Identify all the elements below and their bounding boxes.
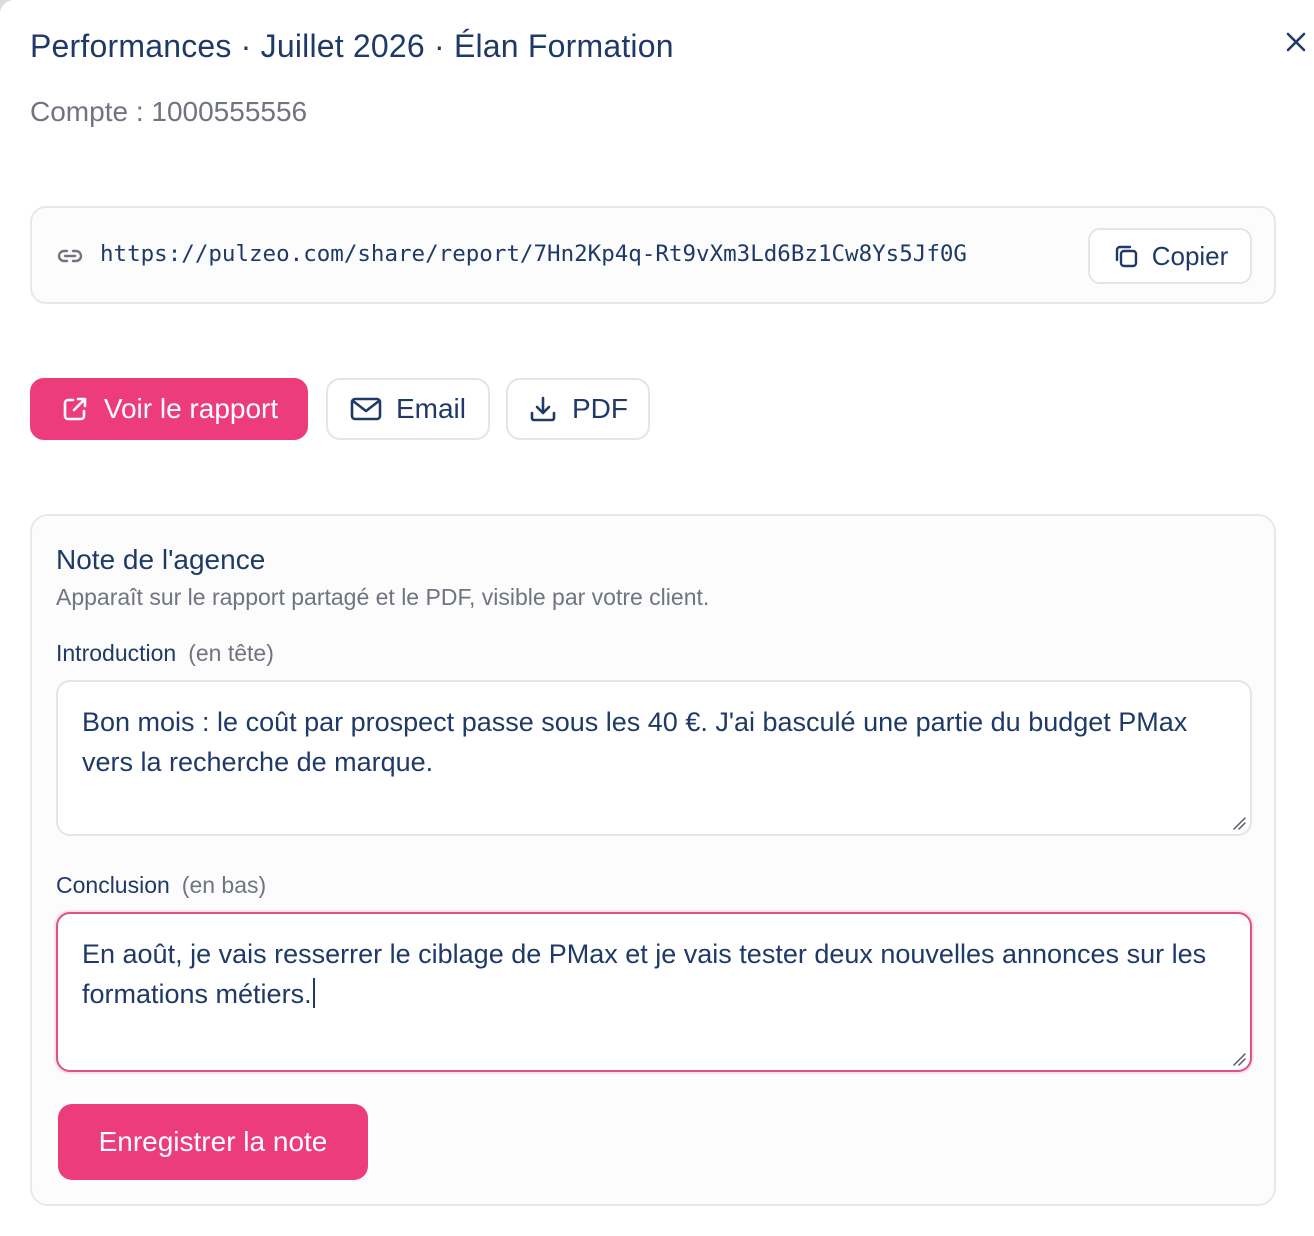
external-link-icon: [63, 397, 87, 421]
dialog-corner: [0, 0, 30, 30]
introduction-textarea[interactable]: Bon mois : le coût par prospect passe so…: [56, 680, 1252, 836]
share-report-dialog: Performances · Juillet 2026 · Élan Forma…: [0, 0, 1314, 1236]
copy-button[interactable]: Copier: [1088, 228, 1252, 284]
introduction-label-text: Introduction: [56, 640, 177, 666]
view-report-button[interactable]: Voir le rapport: [30, 378, 308, 440]
share-url[interactable]: https://pulzeo.com/share/report/7Hn2Kp4q…: [100, 241, 967, 267]
email-button[interactable]: Email: [326, 378, 490, 440]
note-title: Note de l'agence: [56, 544, 266, 575]
dialog-title: Performances · Juillet 2026 · Élan Forma…: [30, 28, 674, 64]
resize-grip-icon[interactable]: [1232, 1052, 1246, 1066]
text-cursor: [312, 978, 315, 1008]
view-report-label: Voir le rapport: [103, 393, 279, 424]
close-icon: [1286, 32, 1306, 52]
account-number: Compte : 1000555556: [30, 96, 308, 127]
agency-note-card: Note de l'agence Apparaît sur le rapport…: [30, 514, 1276, 1206]
email-label: Email: [395, 393, 466, 424]
copy-icon: [1115, 245, 1137, 268]
pdf-button[interactable]: PDF: [506, 378, 650, 440]
introduction-label: Introduction (en tête): [56, 640, 274, 667]
link-icon: [57, 249, 83, 263]
save-note-button[interactable]: Enregistrer la note: [58, 1104, 368, 1180]
share-link-box: https://pulzeo.com/share/report/7Hn2Kp4q…: [30, 206, 1276, 304]
introduction-text: Bon mois : le coût par prospect passe so…: [82, 707, 1188, 777]
resize-grip-icon[interactable]: [1232, 816, 1246, 830]
close-button[interactable]: [1280, 26, 1312, 58]
conclusion-text: En août, je vais resserrer le ciblage de…: [82, 939, 1207, 1009]
note-description: Apparaît sur le rapport partagé et le PD…: [56, 584, 710, 610]
conclusion-label-text: Conclusion: [56, 872, 170, 898]
conclusion-hint: (en bas): [181, 872, 267, 898]
introduction-hint: (en tête): [188, 640, 274, 666]
mail-icon: [350, 397, 382, 421]
conclusion-textarea[interactable]: En août, je vais resserrer le ciblage de…: [56, 912, 1252, 1072]
conclusion-label: Conclusion (en bas): [56, 872, 266, 899]
pdf-label: PDF: [572, 393, 628, 424]
download-icon: [530, 396, 556, 422]
copy-button-label: Copier: [1151, 240, 1229, 271]
